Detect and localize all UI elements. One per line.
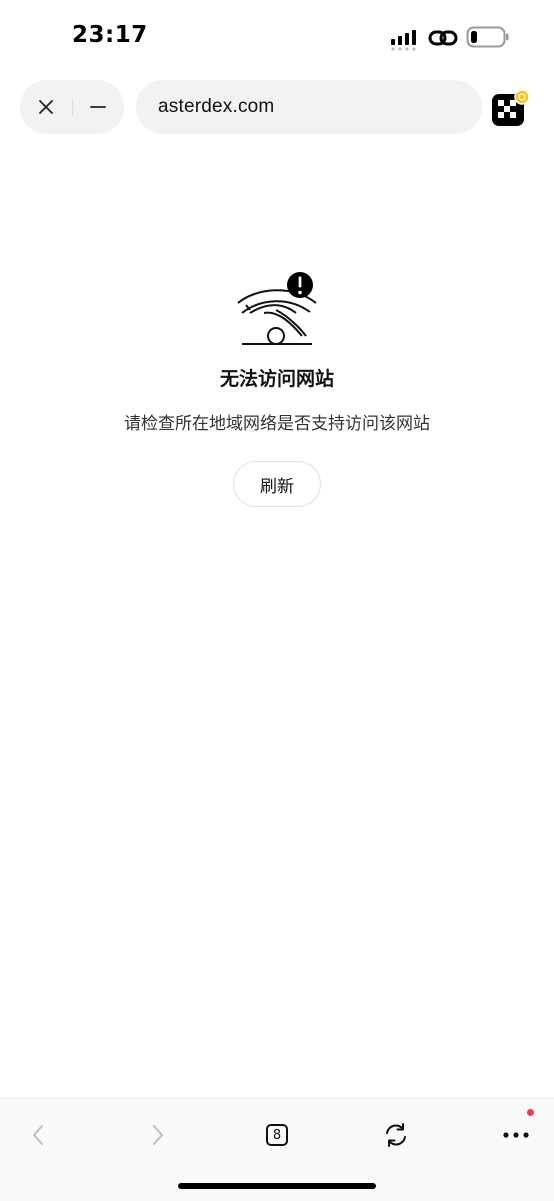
tabs-button[interactable]: 8	[255, 1113, 299, 1157]
refresh-button[interactable]: 刷新	[233, 461, 321, 507]
back-button[interactable]	[16, 1113, 60, 1157]
no-connection-icon	[237, 272, 317, 345]
extension-button[interactable]	[490, 88, 530, 128]
forward-icon	[153, 1125, 163, 1145]
battery-icon	[466, 26, 509, 48]
minimize-icon	[90, 106, 106, 108]
tabs-icon: 8	[266, 1124, 288, 1146]
tab-count: 8	[272, 1127, 282, 1143]
more-icon	[503, 1132, 529, 1138]
okx-extension-icon	[492, 89, 530, 126]
minimize-button[interactable]	[72, 80, 124, 134]
more-button[interactable]	[494, 1113, 538, 1157]
signal-icon	[391, 28, 421, 51]
status-time: 23:17	[72, 22, 148, 48]
forward-button[interactable]	[136, 1113, 180, 1157]
back-icon	[33, 1125, 43, 1145]
reload-icon	[386, 1123, 406, 1147]
close-button[interactable]	[20, 80, 72, 134]
browser-top-bar: asterdex.com	[0, 74, 554, 134]
status-bar: 23:17	[0, 0, 554, 74]
window-controls	[20, 80, 124, 134]
home-indicator	[178, 1183, 376, 1189]
error-description: 请检查所在地域网络是否支持访问该网站	[124, 414, 430, 434]
notification-dot	[527, 1109, 534, 1116]
close-icon	[39, 100, 53, 114]
address-bar[interactable]: asterdex.com	[136, 80, 482, 134]
error-title: 无法访问网站	[219, 368, 334, 390]
link-icon	[428, 30, 458, 46]
url-text: asterdex.com	[158, 96, 275, 117]
reload-button[interactable]	[374, 1113, 418, 1157]
